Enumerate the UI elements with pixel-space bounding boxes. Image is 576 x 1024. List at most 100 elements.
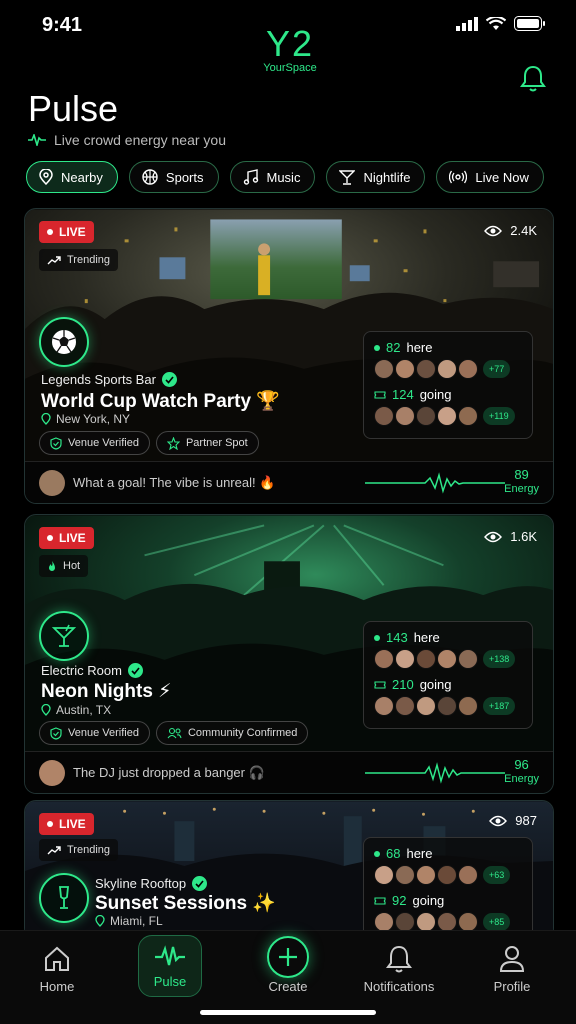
notifications-bell-icon[interactable] [520,64,546,92]
avatar [374,359,394,379]
nav-label: Home [39,979,75,994]
crowd-stats[interactable]: 68 here +63 92 going +85 [363,837,533,939]
here-avatars[interactable]: +138 [374,649,522,669]
going-value: 210 [392,677,414,692]
more-count: +63 [483,866,511,884]
cocktail-icon [39,611,89,661]
live-label: LIVE [59,531,86,545]
verification-badges: Venue Verified Partner Spot [39,431,259,455]
going-avatars[interactable]: +85 [374,912,522,932]
chip-sports[interactable]: Sports [128,161,219,193]
nav-pulse[interactable]: Pulse [138,935,202,997]
event-location: Miami, FL [95,914,163,928]
green-dot [374,634,380,641]
chip-nearby[interactable]: Nearby [26,161,118,193]
event-card[interactable]: LIVE Trending 2.4K Legends Sports Bar Wo… [24,208,554,504]
event-title[interactable]: World Cup Watch Party 🏆 [41,389,280,413]
more-count: +187 [483,697,516,715]
commenter-avatar [39,470,65,496]
venue-name[interactable]: Electric Room [41,663,143,678]
chip-label: Sports [165,169,204,185]
page-title: Pulse [28,88,119,129]
here-count: 82 here [374,340,522,355]
going-count: 92 going [374,893,522,908]
live-dot [47,821,53,827]
battery-icon [514,16,545,31]
live-label: LIVE [59,817,86,831]
more-count: +138 [483,650,516,668]
nav-label: Notifications [363,979,435,994]
going-value: 92 [392,893,407,908]
card-footer[interactable]: The DJ just dropped a banger 🎧 96 Energy [25,751,553,793]
venue-name-text: Legends Sports Bar [41,372,156,387]
card-footer[interactable]: What a goal! The vibe is unreal! 🔥 89 Ene… [25,461,553,503]
badge-label: Partner Spot [185,437,248,449]
wifi-icon [486,16,506,30]
badge-label: Community Confirmed [187,727,298,739]
status-time: 9:41 [42,14,83,36]
bell-icon [386,945,412,973]
chip-nightlife[interactable]: Nightlife [326,161,426,193]
avatar [416,912,436,932]
avatar [416,359,436,379]
green-dot [374,850,380,857]
venue-name[interactable]: Skyline Rooftop [95,876,208,891]
avatar [437,359,457,379]
brand-name: YourSpace [263,62,317,74]
here-avatars[interactable]: +77 [374,359,522,379]
tag-label: Trending [67,844,111,856]
event-title[interactable]: Sunset Sessions ✨ [95,891,276,915]
signal-icon [456,16,478,31]
more-count: +77 [483,360,511,378]
more-count: +119 [483,407,515,425]
verified-check-icon [127,663,143,678]
here-avatars[interactable]: +63 [374,865,522,885]
broadcast-icon [449,170,468,184]
green-dot [374,344,380,351]
eye-icon [489,815,508,826]
going-avatars[interactable]: +187 [374,696,522,716]
energy-wave-icon [365,762,505,784]
event-card[interactable]: LIVE Trending 987 Skyline Rooftop Sunset… [24,800,554,940]
badge-venue-verified: Venue Verified [39,431,150,455]
avatar [458,912,478,932]
location-pin-icon [41,704,51,716]
nav-label: Pulse [153,974,187,989]
event-location: New York, NY [41,412,130,426]
avatar [374,865,394,885]
going-value: 124 [392,387,414,402]
event-title[interactable]: Neon Nights ⚡ [41,680,172,703]
going-avatars[interactable]: +119 [374,406,522,426]
filter-chips: Nearby Sports Music Nightlife Live Now [26,161,544,193]
plus-icon [267,936,309,978]
trending-icon [47,846,61,855]
venue-name-text: Electric Room [41,663,122,678]
chip-music[interactable]: Music [229,161,316,193]
nav-home[interactable]: Home [12,931,102,994]
crowd-stats[interactable]: 82 here +77 124 going +119 [363,331,533,439]
tag-label: Hot [63,560,81,572]
venue-name[interactable]: Legends Sports Bar [41,372,177,387]
here-label: here [406,846,433,861]
event-card[interactable]: LIVE Hot 1.6K Electric Room Neon Nights … [24,514,554,794]
energy-value: 96 [514,757,529,772]
crowd-stats[interactable]: 143 here +138 210 going +187 [363,621,533,729]
avatar [458,865,478,885]
nav-notifications[interactable]: Notifications [354,931,444,994]
here-label: here [413,630,440,645]
badge-community-confirmed: Community Confirmed [155,721,309,745]
latest-comment: What a goal! The vibe is unreal! 🔥 [73,475,276,490]
avatar [437,696,457,716]
live-dot [47,535,53,541]
nav-label: Profile [493,979,531,994]
avatar [395,912,415,932]
nav-profile[interactable]: Profile [467,931,557,994]
live-dot [47,229,53,235]
nav-create[interactable]: Create [243,931,333,994]
chip-live-now[interactable]: Live Now [436,161,544,193]
energy-wave-icon [365,472,505,494]
home-icon [45,946,69,971]
venue-name-text: Skyline Rooftop [95,876,187,891]
avatar [395,359,415,379]
live-badge: LIVE [39,813,94,835]
